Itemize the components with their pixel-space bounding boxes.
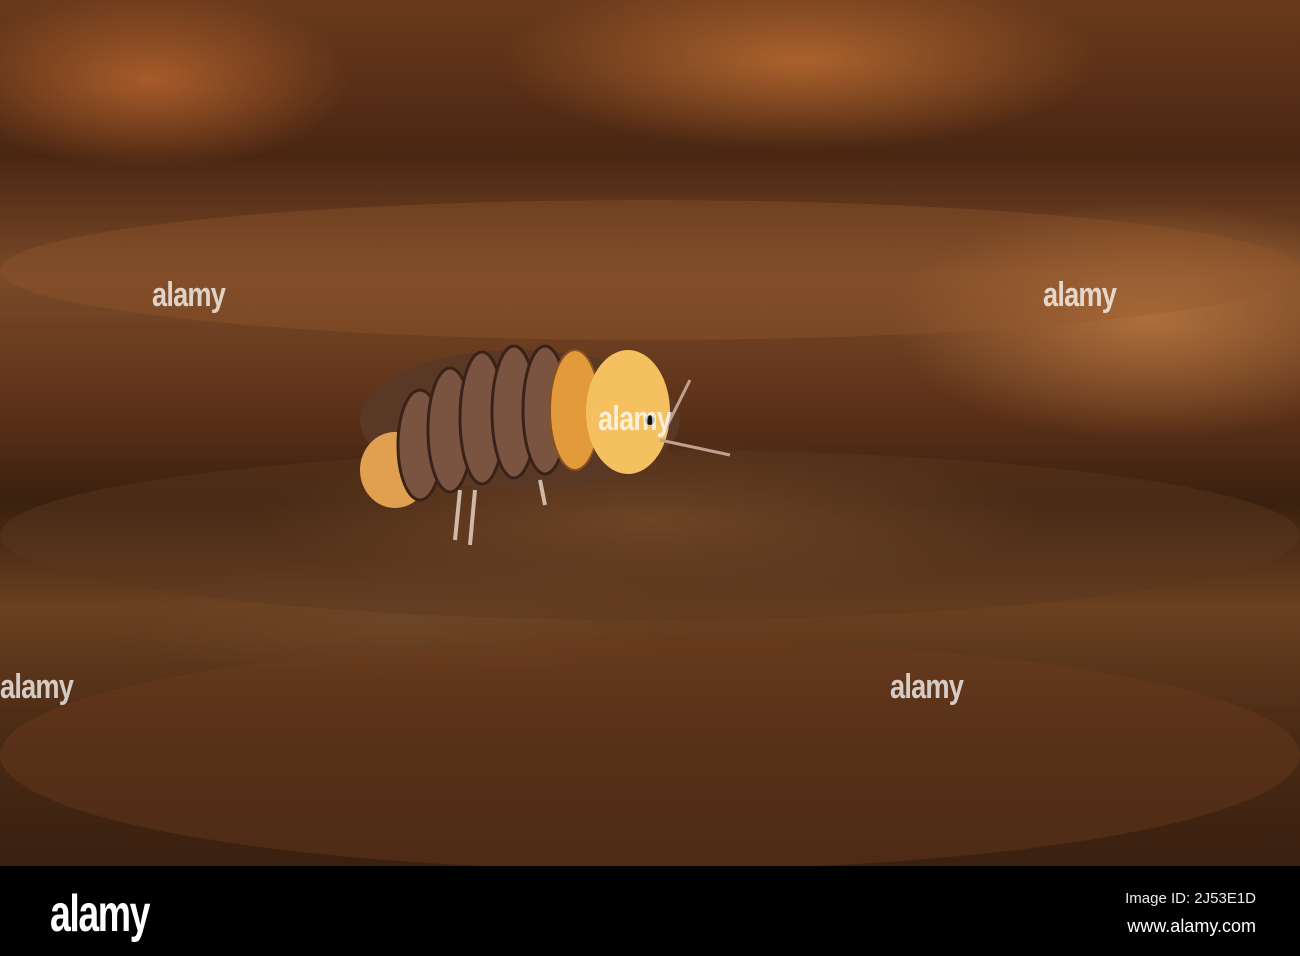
watermark: alamy [152,276,226,314]
alamy-logo: alamy [50,885,150,943]
watermark: alamy [1043,276,1117,314]
image-id: Image ID: 2J53E1D [1125,890,1256,907]
watermark: alamy [0,668,74,706]
watermark: alamy [598,400,672,438]
footer-bar [0,866,1300,956]
isopod-body [360,344,731,546]
site-url: www.alamy.com [1127,916,1256,936]
photo-isopod-on-bark: alamy alamy alamy alamy alamy [0,0,1300,866]
watermark: alamy [890,668,964,706]
